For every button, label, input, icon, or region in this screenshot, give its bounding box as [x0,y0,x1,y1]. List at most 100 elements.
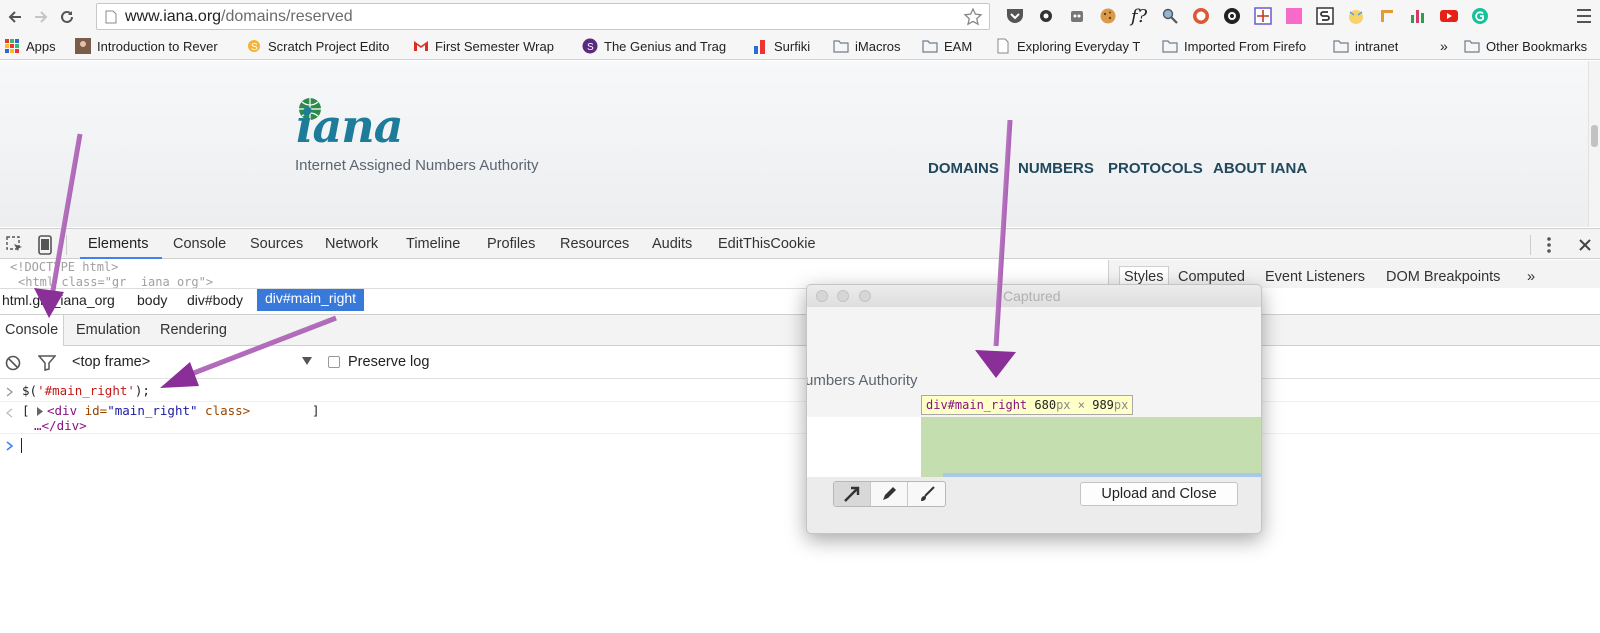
console-output[interactable]: $('#main_right'); [ <div id="main_right"… [0,380,1600,633]
clear-console-icon[interactable] [5,355,21,371]
duckduckgo-icon[interactable] [1189,4,1213,28]
ruler-icon[interactable] [1375,4,1399,28]
drawer-tab-console[interactable]: Console [0,315,65,346]
nav-numbers[interactable]: NUMBERS [1018,160,1094,177]
grammarly-icon[interactable] [1468,4,1492,28]
window-minimize-button[interactable] [837,290,849,302]
arrow-tool-button[interactable] [834,482,871,506]
scrollbar-thumb[interactable] [1591,125,1598,147]
tab-sources[interactable]: Sources [250,236,303,252]
bookmark-folder-other-bookmarks[interactable]: Other Bookmarks [1464,37,1587,55]
bookmark-introduction-to-rever[interactable]: Introduction to Rever [75,37,225,55]
iana-logo[interactable]: iana [296,99,404,153]
bookmark-star-icon[interactable] [963,7,983,27]
reload-button[interactable] [56,6,78,28]
gmail-icon [414,41,428,51]
result-chevron-icon [6,408,13,418]
pocket-icon[interactable] [1003,4,1027,28]
filter-icon[interactable] [38,355,56,371]
device-mode-icon[interactable] [38,235,52,255]
bookmark-folder-imacros[interactable]: iMacros [833,37,901,55]
tab-network[interactable]: Network [325,236,378,252]
drawer-tab-emulation[interactable]: Emulation [76,322,140,338]
web-page [0,61,1600,227]
bookmark-apps[interactable]: Apps [4,37,56,55]
html-element-line[interactable]: <html class="gr__iana_org"> [18,275,213,288]
cookie-icon[interactable] [1096,4,1120,28]
tab-editthiscookie[interactable]: EditThisCookie [718,236,816,252]
dropdown-arrow-icon[interactable] [302,357,312,365]
tab-dom-breakpoints[interactable]: DOM Breakpoints [1386,269,1500,285]
tab-computed[interactable]: Computed [1178,269,1245,285]
bookmarks-overflow-chevron[interactable]: » [1440,37,1448,55]
crumb-div-main-right[interactable]: div#main_right [257,289,365,311]
bookmark-folder-intranet[interactable]: intranet [1333,37,1398,55]
browser-menu-icon[interactable] [1576,7,1592,28]
popup-title: Captured [1003,288,1061,304]
console-prompt-line[interactable] [0,438,1600,458]
bookmark-folder-imported-from-firefox[interactable]: Imported From Firefo [1162,37,1312,55]
highlight-padding-bar [943,473,1261,477]
scratch-icon: S [248,40,260,53]
gear-icon[interactable] [1034,4,1058,28]
address-bar[interactable]: www.iana.org/domains/reserved [96,3,990,30]
page-scrollbar[interactable] [1588,61,1600,227]
popup-titlebar[interactable]: Captured [807,285,1261,307]
nav-domains[interactable]: DOMAINS [928,160,999,177]
doctype-line[interactable]: <!DOCTYPE html> [10,260,118,274]
emoji-face-icon[interactable] [1344,4,1368,28]
sidebar-more-chevron[interactable]: » [1527,269,1535,285]
folder-icon [833,40,849,53]
frame-select[interactable]: <top frame> [72,354,150,370]
gradient-icon[interactable] [1282,4,1306,28]
expand-triangle-icon[interactable] [36,407,44,416]
result-element[interactable]: <div id="main_right" class> [47,403,250,418]
nav-about-iana[interactable]: ABOUT IANA [1213,160,1307,177]
browser-toolbar: www.iana.org/domains/reserved f? [0,0,1600,33]
aperture-icon[interactable] [1220,4,1244,28]
s-letter-icon[interactable] [1313,4,1337,28]
nav-protocols[interactable]: PROTOCOLS [1108,160,1203,177]
pen-tool-button[interactable] [871,482,908,506]
console-result-line[interactable]: [ <div id="main_right" class> ] …</div> [0,402,1600,434]
tab-audits[interactable]: Audits [652,236,692,252]
bookmark-exploring-everyday[interactable]: Exploring Everyday T [995,37,1143,55]
forward-button[interactable] [30,6,52,28]
brush-icon [920,486,935,501]
tab-console[interactable]: Console [173,236,226,252]
tab-event-listeners[interactable]: Event Listeners [1265,269,1365,285]
close-devtools-icon[interactable] [1578,238,1592,252]
robot-icon[interactable] [1065,4,1089,28]
tab-resources[interactable]: Resources [560,236,629,252]
crumb-div-body[interactable]: div#body [187,292,243,308]
drawer-tabbar: Console Emulation Rendering [0,314,1600,346]
formula-icon[interactable]: f? [1127,4,1151,28]
bookmark-folder-eam[interactable]: EAM [922,37,972,55]
element-dimension-tooltip: div#main_right 680px × 989px [921,395,1134,415]
bookmark-the-genius-and-tragedy[interactable]: S The Genius and Trag [582,37,732,55]
resize-icon[interactable] [1251,4,1275,28]
inspect-element-icon[interactable] [6,236,24,254]
brush-tool-button[interactable] [908,482,945,506]
console-input-line[interactable]: $('#main_right'); [0,380,1600,402]
back-button[interactable] [4,6,26,28]
more-options-icon[interactable] [1545,236,1553,254]
crumb-body[interactable]: body [137,292,167,308]
youtube-icon[interactable] [1437,4,1461,28]
tab-timeline[interactable]: Timeline [406,236,460,252]
crumb-html[interactable]: html.gr__iana_org [2,292,115,308]
drawer-tab-rendering[interactable]: Rendering [160,322,227,338]
toolbar-divider [1530,235,1531,255]
window-close-button[interactable] [816,290,828,302]
window-zoom-button[interactable] [859,290,871,302]
bookmark-scratch-project-editor[interactable]: S Scratch Project Edito [246,37,394,55]
tab-profiles[interactable]: Profiles [487,236,535,252]
preserve-log-checkbox[interactable] [328,356,340,368]
tab-elements[interactable]: Elements [88,236,148,252]
preserve-log-option[interactable]: Preserve log [328,354,429,370]
bookmark-first-semester-wrap[interactable]: First Semester Wrap [413,37,561,55]
bookmark-surfiki[interactable]: Surfiki [752,37,810,55]
magnifier-icon[interactable] [1158,4,1182,28]
chart-bars-icon[interactable] [1406,4,1430,28]
upload-and-close-button[interactable]: Upload and Close [1080,482,1238,506]
